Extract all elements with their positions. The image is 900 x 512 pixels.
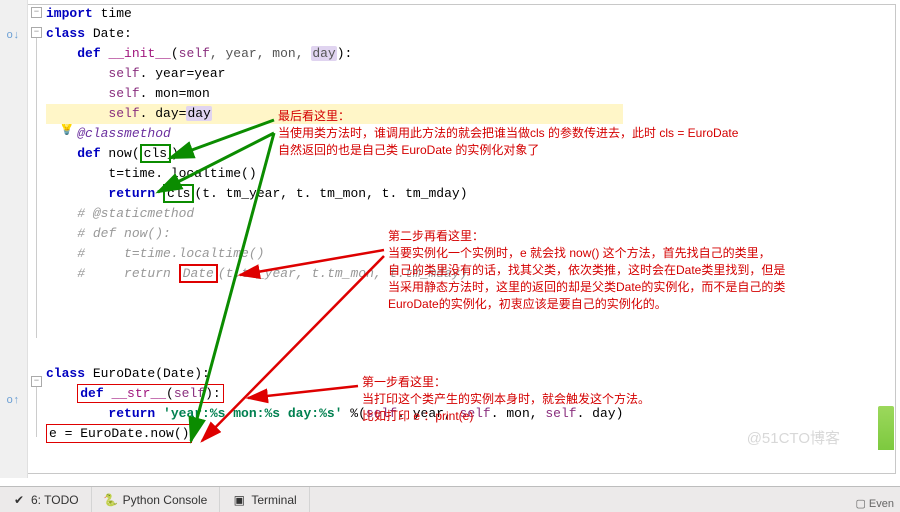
code-line: # @staticmethod <box>46 204 623 224</box>
anno-text: 当采用静态方法时，这里的返回的却是父类Date的实例化，而不是自己的类 <box>388 279 785 296</box>
fold-column: − − − <box>30 0 44 478</box>
annotation-3: 第一步看这里： 当打印这个类产生的实例本身时，就会触发这个方法。 比如打印 e … <box>362 374 650 425</box>
status-user: ▢ Even <box>856 497 894 510</box>
bottom-toolbar: ✔ 6: TODO 🐍 Python Console ▣ Terminal ▢ … <box>0 486 900 512</box>
code-line: import time <box>46 4 623 24</box>
anno-text: 当打印这个类产生的实例本身时，就会触发这个方法。 <box>362 391 650 408</box>
anno-title: 第二步再看这里： <box>388 228 785 245</box>
fold-toggle[interactable]: − <box>31 7 42 18</box>
tab-terminal[interactable]: ▣ Terminal <box>220 487 309 512</box>
fold-toggle[interactable]: − <box>31 376 42 387</box>
anno-text: 当使用类方法时，谁调用此方法的就会把谁当做cls 的参数传进去，此时 cls =… <box>278 125 738 142</box>
corner-handle[interactable] <box>878 406 894 450</box>
tab-python-console[interactable]: 🐍 Python Console <box>92 487 221 512</box>
code-line: def __init__(self, year, mon, day): <box>46 44 623 64</box>
tab-label: 6: TODO <box>31 493 79 507</box>
tab-label: Terminal <box>251 493 296 507</box>
override-icon[interactable]: o↓ <box>4 30 22 42</box>
watermark: @51CTO博客 <box>747 427 840 448</box>
fold-line <box>36 387 37 437</box>
code-line: t=time. localtime() <box>46 164 623 184</box>
terminal-icon: ▣ <box>232 493 246 507</box>
code-line: return cls(t. tm_year, t. tm_mon, t. tm_… <box>46 184 623 204</box>
anno-text: 比如打印 e ：print(e) <box>362 408 650 425</box>
annotation-1: 最后看这里： 当使用类方法时，谁调用此方法的就会把谁当做cls 的参数传进去，此… <box>278 108 738 159</box>
anno-title: 最后看这里： <box>278 108 738 125</box>
code-line: self. mon=mon <box>46 84 623 104</box>
tab-label: Python Console <box>123 493 208 507</box>
python-icon: 🐍 <box>104 493 118 507</box>
check-icon: ✔ <box>12 493 26 507</box>
user-label: Even <box>869 498 894 510</box>
fold-toggle[interactable]: − <box>31 27 42 38</box>
code-line: self. year=year <box>46 64 623 84</box>
anno-text: 当要实例化一个实例时，e 就会找 now() 这个方法，首先找自己的类里， <box>388 245 785 262</box>
tab-todo[interactable]: ✔ 6: TODO <box>0 487 92 512</box>
fold-line <box>36 38 37 338</box>
anno-title: 第一步看这里： <box>362 374 650 391</box>
anno-text: 自己的类里没有的话，找其父类，依次类推，这时会在Date类里找到，但是 <box>388 262 785 279</box>
anno-text: 自然返回的也是自己类 EuroDate 的实例化对象了 <box>278 142 738 159</box>
code-editor[interactable]: o↓ o↑ − − − 💡 import time class Date: de… <box>0 0 900 478</box>
annotation-2: 第二步再看这里： 当要实例化一个实例时，e 就会找 now() 这个方法，首先找… <box>388 228 785 313</box>
code-line: class Date: <box>46 24 623 44</box>
square-icon: ▢ <box>856 497 866 510</box>
code-line: e = EuroDate.now() <box>46 424 623 444</box>
override-icon[interactable]: o↑ <box>4 395 22 407</box>
code-line <box>46 344 623 364</box>
anno-text: EuroDate的实例化，初衷应该是要自己的实例化的。 <box>388 296 785 313</box>
code-line <box>46 324 623 344</box>
gutter: o↓ o↑ <box>0 0 28 478</box>
